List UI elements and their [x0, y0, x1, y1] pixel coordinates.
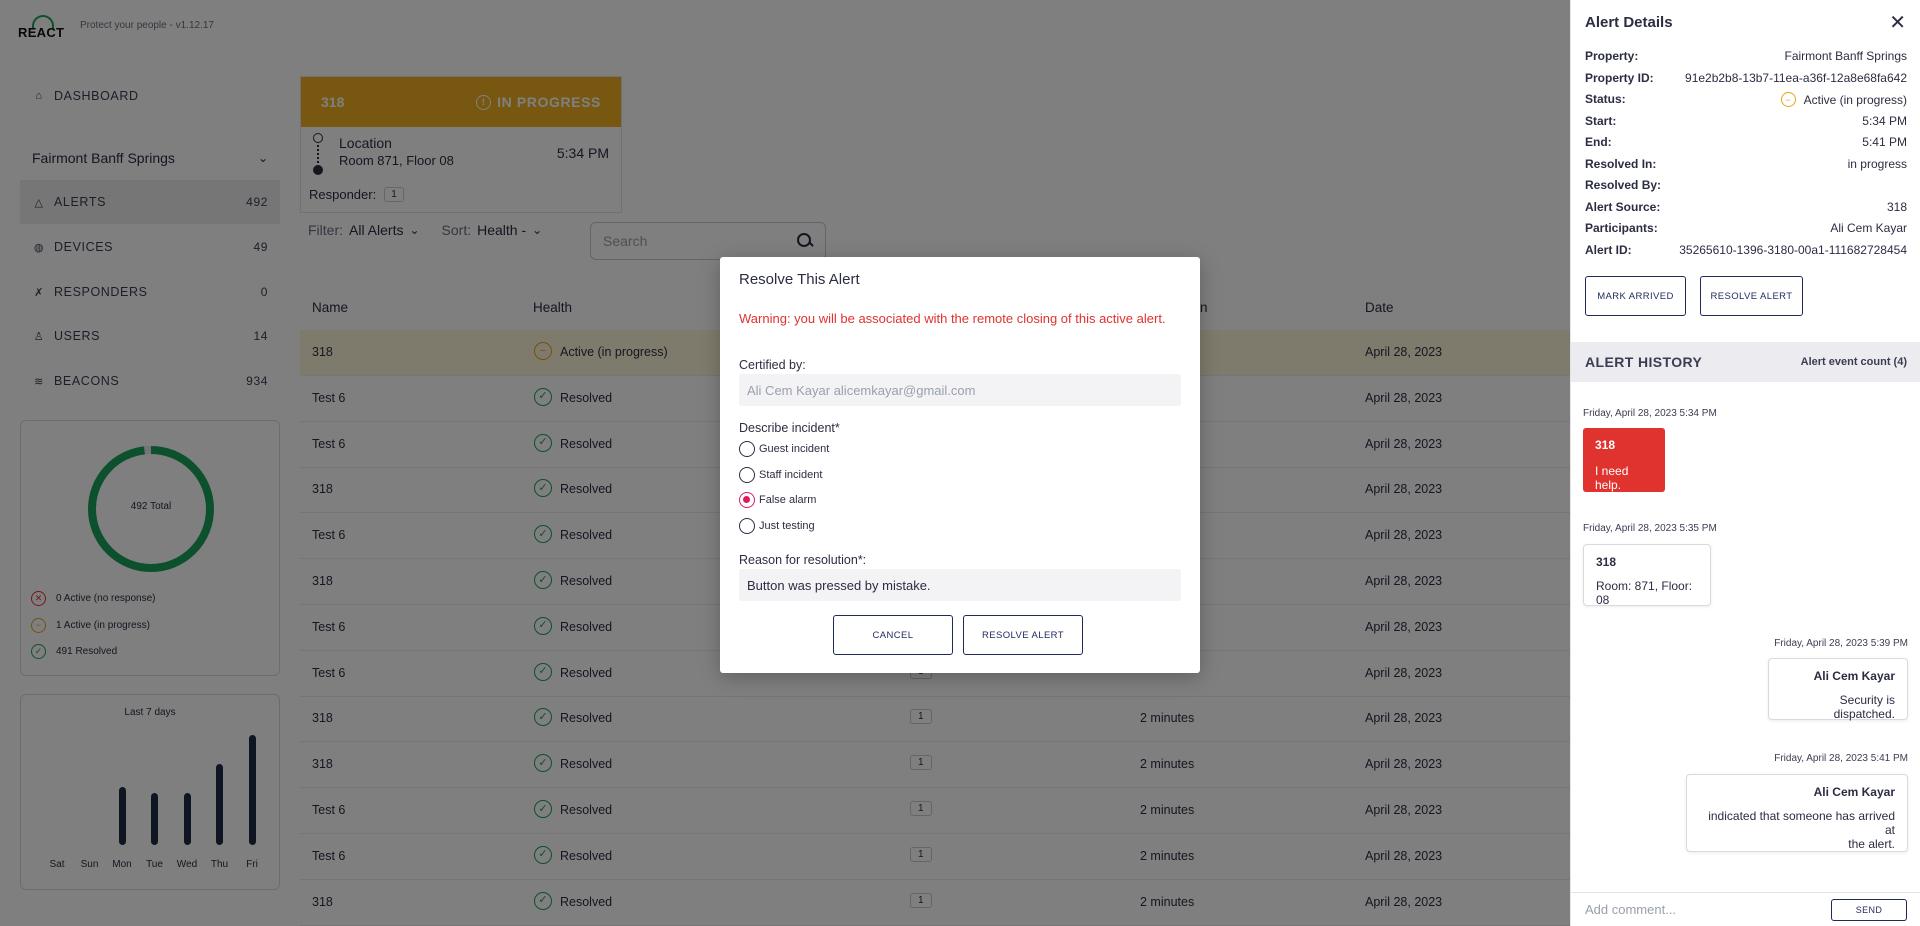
- radio-label: Just testing: [759, 519, 815, 532]
- detail-key: Participants:: [1585, 221, 1658, 235]
- alert-event-count: Alert event count (4): [1800, 356, 1907, 368]
- alert-history-header: ALERT HISTORY Alert event count (4): [1571, 342, 1920, 382]
- mark-arrived-button[interactable]: MARK ARRIVED: [1585, 276, 1686, 316]
- alert-details-panel: Alert Details ✕ Property: Fairmont Banff …: [1570, 0, 1920, 926]
- event-time: Friday, April 28, 2023 5:35 PM: [1583, 523, 1717, 534]
- event-body-line2: the alert.: [1848, 837, 1895, 851]
- radio-option[interactable]: Staff incident: [739, 466, 823, 483]
- modal-title: Resolve This Alert: [739, 271, 860, 288]
- detail-row: Alert Source: 318: [1585, 200, 1907, 214]
- detail-row: Resolved In: in progress: [1585, 157, 1907, 171]
- resolve-alert-modal: Resolve This Alert Warning: you will be …: [720, 257, 1200, 673]
- reason-input[interactable]: Button was pressed by mistake.: [739, 569, 1181, 601]
- detail-row: Start: 5:34 PM: [1585, 114, 1907, 128]
- detail-value: Ali Cem Kayar: [1830, 221, 1907, 235]
- detail-row: Status: − Active (in progress): [1585, 92, 1907, 107]
- describe-label: Describe incident*: [739, 421, 840, 435]
- app-root: REACT Protect your people - v1.12.17 ⌂ D…: [0, 0, 1920, 926]
- event-body: I need help.: [1595, 464, 1629, 492]
- detail-row: Resolved By:: [1585, 178, 1907, 192]
- detail-value: 5:34 PM: [1862, 113, 1907, 128]
- detail-row: Property ID: 91e2b2b8-13b7-11ea-a36f-12a8…: [1585, 71, 1907, 85]
- cancel-button[interactable]: CANCEL: [833, 615, 953, 655]
- detail-row: End: 5:41 PM: [1585, 135, 1907, 149]
- radio-circle-icon[interactable]: [739, 466, 755, 483]
- history-event-location: 318 Room: 871, Floor: 08: [1583, 544, 1711, 607]
- detail-row: Alert ID: 35265610-1396-3180-00a1-1116827…: [1585, 243, 1907, 257]
- certified-label: Certified by:: [739, 358, 806, 372]
- history-event-alert: 318 I need help.: [1583, 428, 1665, 492]
- panel-resolve-alert-button[interactable]: RESOLVE ALERT: [1700, 276, 1803, 316]
- event-title: Ali Cem Kayar: [1813, 669, 1895, 683]
- detail-value: − Active (in progress): [1780, 92, 1907, 107]
- event-time: Friday, April 28, 2023 5:34 PM: [1583, 408, 1717, 419]
- detail-key: Alert Source:: [1585, 199, 1661, 214]
- alert-history-title: ALERT HISTORY: [1585, 354, 1703, 370]
- detail-status-text: Active (in progress): [1803, 92, 1907, 107]
- radio-label: Guest incident: [759, 443, 830, 455]
- event-body-line1: indicated that someone has arrived at: [1708, 809, 1895, 837]
- radio-circle-icon[interactable]: [739, 517, 755, 534]
- event-time: Friday, April 28, 2023 5:39 PM: [1774, 638, 1908, 649]
- detail-value: 318: [1886, 199, 1907, 214]
- comment-input[interactable]: Add comment...: [1585, 902, 1676, 917]
- close-icon[interactable]: ✕: [1889, 10, 1906, 35]
- radio-circle-icon[interactable]: [739, 441, 755, 457]
- event-title: 318: [1595, 438, 1616, 452]
- comment-row: Add comment... SEND: [1571, 892, 1920, 926]
- history-event-dispatch: Ali Cem Kayar Security is dispatched.: [1768, 658, 1908, 721]
- reason-label: Reason for resolution*:: [739, 553, 867, 567]
- detail-key: Start:: [1585, 113, 1617, 128]
- detail-key: Property ID:: [1585, 70, 1654, 85]
- detail-key: Property:: [1585, 49, 1639, 63]
- event-body: Room: 871, Floor: 08: [1596, 579, 1693, 607]
- detail-value: Fairmont Banff Springs: [1784, 49, 1907, 63]
- event-title: 318: [1596, 555, 1617, 569]
- resolve-alert-button[interactable]: RESOLVE ALERT: [963, 615, 1083, 655]
- detail-value: 35265610-1396-3180-00a1-111682728454: [1679, 242, 1907, 257]
- history-event-arrived: Ali Cem Kayar indicated that someone has…: [1686, 774, 1908, 852]
- detail-row: Property: Fairmont Banff Springs: [1585, 49, 1907, 63]
- event-time: Friday, April 28, 2023 5:41 PM: [1774, 753, 1908, 764]
- certified-field: Ali Cem Kayar alicemkayar@gmail.com: [739, 374, 1181, 406]
- detail-key: Alert ID:: [1585, 242, 1632, 257]
- detail-value: in progress: [1847, 156, 1907, 171]
- detail-key: Status:: [1585, 92, 1626, 106]
- radio-option[interactable]: False alarm: [739, 492, 816, 508]
- event-body: Security is dispatched.: [1833, 693, 1895, 721]
- send-button[interactable]: SEND: [1831, 898, 1907, 921]
- detail-key: Resolved By:: [1585, 178, 1662, 192]
- event-title: Ali Cem Kayar: [1813, 785, 1895, 799]
- detail-key: End:: [1585, 135, 1612, 149]
- detail-value: 91e2b2b8-13b7-11ea-a36f-12a8e68fa642: [1685, 70, 1907, 85]
- detail-row: Participants: Ali Cem Kayar: [1585, 221, 1907, 235]
- detail-key: Resolved In:: [1585, 156, 1657, 171]
- radio-circle-icon[interactable]: [739, 492, 755, 508]
- radio-option[interactable]: Just testing: [739, 517, 815, 534]
- radio-label: False alarm: [759, 494, 817, 506]
- modal-warning: Warning: you will be associated with the…: [739, 311, 1166, 326]
- panel-title: Alert Details: [1585, 14, 1673, 31]
- minus-circle-icon: −: [1780, 92, 1796, 107]
- radio-label: Staff incident: [759, 468, 823, 481]
- radio-option[interactable]: Guest incident: [739, 441, 829, 457]
- detail-value: 5:41 PM: [1862, 135, 1907, 149]
